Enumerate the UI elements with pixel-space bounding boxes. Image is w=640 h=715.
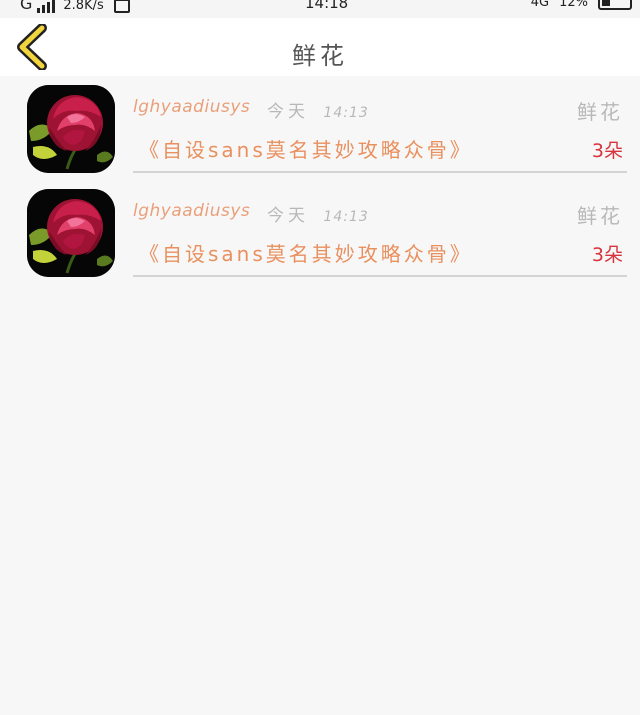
timestamp-date: 今天 [267,102,309,122]
page-title: 鲜花 [292,42,348,70]
list-item-content: lghyaadiusys 今天 14:13 鲜花 《自设sans莫名其妙攻略众骨… [133,76,627,173]
battery-percent: 12% [559,0,588,10]
signal-icon [37,0,56,13]
timestamp-date: 今天 [267,206,309,226]
battery-icon [598,0,632,10]
gift-type-label: 鲜花 [577,100,623,124]
nav-bar: 鲜花 [0,18,640,76]
notification-icon [113,0,130,13]
gift-record-list: lghyaadiusys 今天 14:13 鲜花 《自设sans莫名其妙攻略众骨… [0,76,640,284]
gift-count: 3朵 [591,244,623,266]
status-time: 14:18 [305,0,349,12]
carrier-label: G [20,0,33,13]
work-title-link[interactable]: 《自设sans莫名其妙攻略众骨》 [139,134,473,163]
timestamp-time: 14:13 [323,105,369,121]
timestamp: 今天 14:13 [267,97,369,122]
status-left: G 2.8K/s [20,0,130,13]
avatar[interactable] [27,189,115,277]
rose-avatar-icon [27,85,115,173]
gift-type-label: 鲜花 [577,204,623,228]
network-type: 4G [530,0,550,10]
work-title-link[interactable]: 《自设sans莫名其妙攻略众骨》 [139,238,473,267]
timestamp: 今天 14:13 [267,201,369,226]
status-right: 4G 12% [531,0,632,10]
list-item[interactable]: lghyaadiusys 今天 14:13 鲜花 《自设sans莫名其妙攻略众骨… [0,76,640,180]
gift-count: 3朵 [591,140,623,162]
sender-username[interactable]: lghyaadiusys [133,97,250,117]
sender-username[interactable]: lghyaadiusys [133,201,250,221]
list-item[interactable]: lghyaadiusys 今天 14:13 鲜花 《自设sans莫名其妙攻略众骨… [0,180,640,284]
rose-avatar-icon [27,189,115,277]
network-speed: 2.8K/s [63,0,104,13]
avatar[interactable] [27,85,115,173]
list-item-content: lghyaadiusys 今天 14:13 鲜花 《自设sans莫名其妙攻略众骨… [133,180,627,277]
status-bar: G 2.8K/s 14:18 4G 12% [0,0,640,18]
timestamp-time: 14:13 [323,209,369,225]
